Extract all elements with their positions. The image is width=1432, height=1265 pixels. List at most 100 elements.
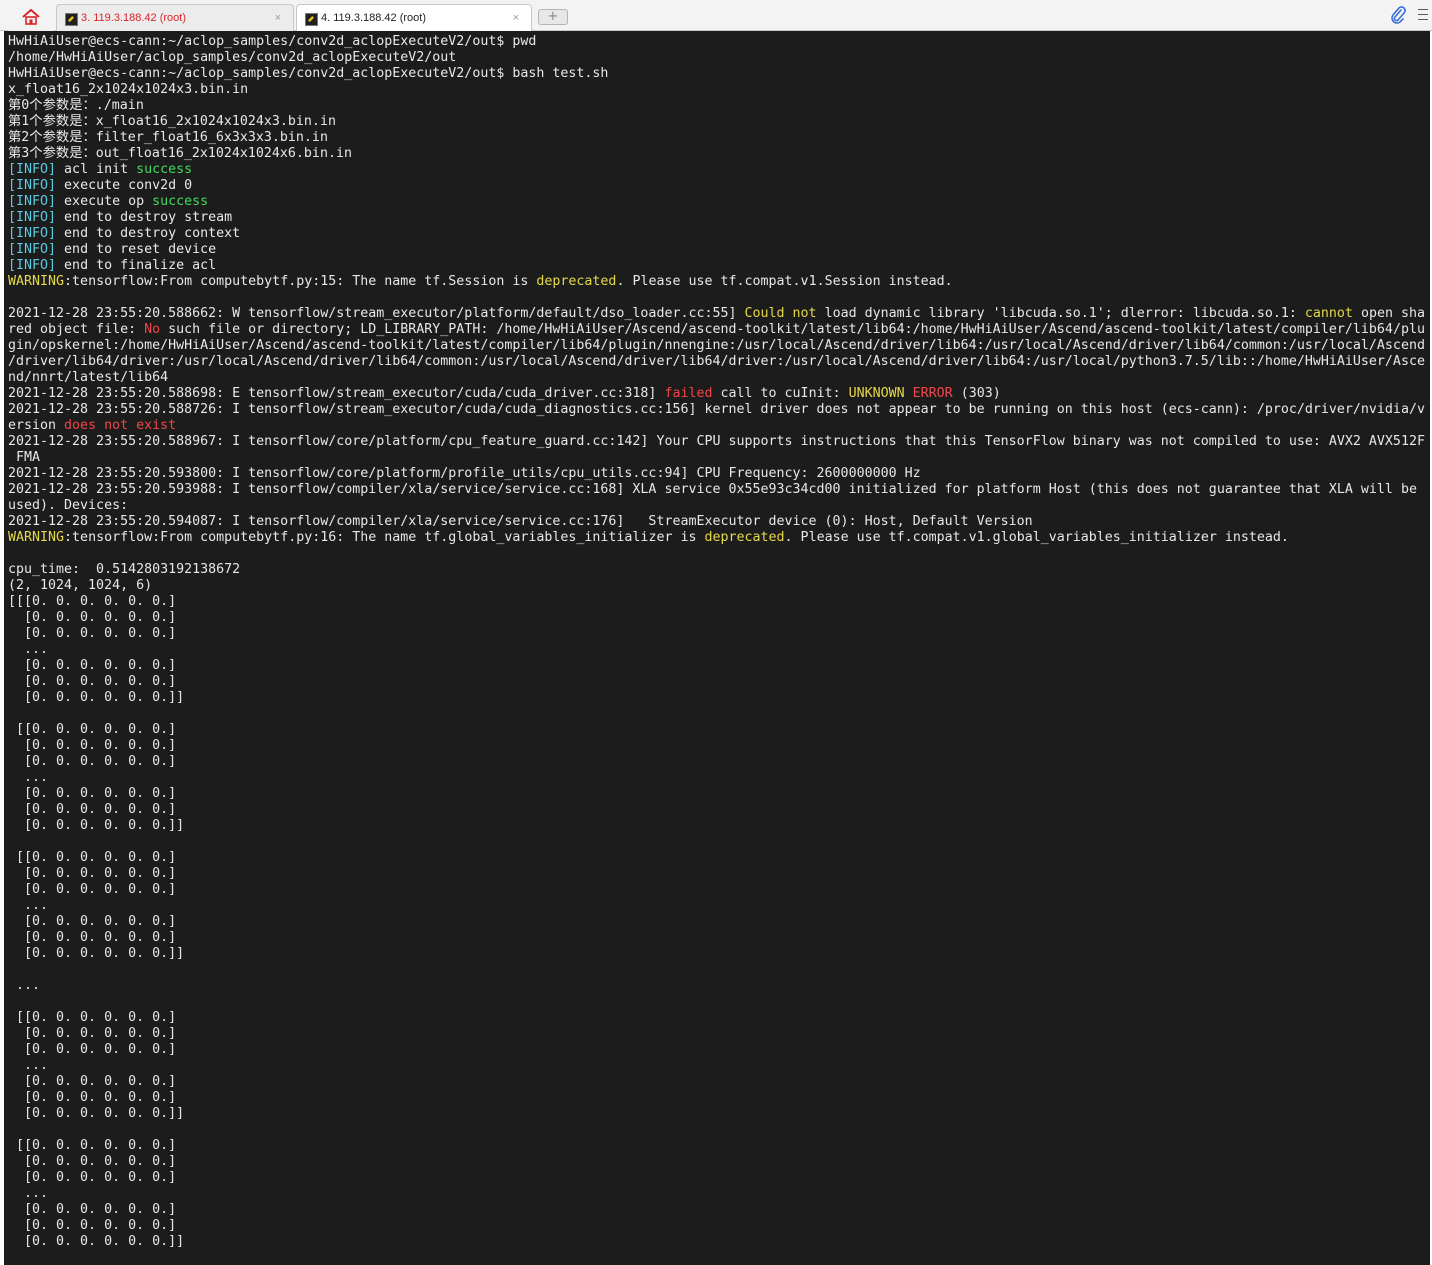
terminal-text: [INFO] [8,258,57,273]
terminal-line: [[[0. 0. 0. 0. 0. 0.] [8,594,1430,610]
terminal-line: ... [8,978,1430,994]
terminal-line: [0. 0. 0. 0. 0. 0.]] [8,690,1430,706]
terminal-text: 第3个参数是：out_float16_2x1024x1024x6.bin.in [8,146,352,161]
terminal-text: open sha [1352,306,1426,321]
terminal-text: [INFO] [8,162,57,177]
terminal-text: WARNING [8,530,65,545]
terminal-text: [INFO] [8,226,57,241]
terminal-window[interactable]: HwHiAiUser@ecs-cann:~/aclop_samples/conv… [4,31,1430,1265]
terminal-text: . Please use tf.compat.v1.global_variabl… [784,530,1289,545]
terminal-text: (2, 1024, 1024, 6) [8,578,153,593]
terminal-text: 第0个参数是：./main [8,98,144,113]
terminal-line: cpu_time: 0.5142803192138672 [8,562,1430,578]
terminal-line: [0. 0. 0. 0. 0. 0.] [8,914,1430,930]
tab-label: 3. 119.3.188.42 (root) [81,12,186,24]
terminal-text: [[0. 0. 0. 0. 0. 0.] [8,1138,177,1153]
terminal-text: [0. 0. 0. 0. 0. 0.] [8,1026,177,1041]
terminal-line: [0. 0. 0. 0. 0. 0.] [8,1202,1430,1218]
terminal-text: /home/HwHiAiUser/aclop_samples/conv2d_ac… [8,50,457,65]
terminal-text: [0. 0. 0. 0. 0. 0.] [8,930,177,945]
terminal-text: FMA [8,450,41,465]
terminal-line: [0. 0. 0. 0. 0. 0.] [8,930,1430,946]
terminal-text: [0. 0. 0. 0. 0. 0.] [8,626,177,641]
terminal-text: used). Devices: [8,498,129,513]
terminal-text: ersion [8,418,65,433]
terminal-text: 2021-12-28 23:55:20.588726: I tensorflow… [8,402,1425,417]
terminal-line: ... [8,1186,1430,1202]
terminal-text: [0. 0. 0. 0. 0. 0.] [8,1202,177,1217]
tab-bar: 3. 119.3.188.42 (root) × 4. 119.3.188.42… [0,0,1432,31]
tab-session-3[interactable]: 3. 119.3.188.42 (root) × [56,4,294,31]
terminal-text: 第1个参数是：x_float16_2x1024x1024x3.bin.in [8,114,336,129]
terminal-text: :tensorflow:From computebytf.py:16: The … [64,530,705,545]
terminal-line: 2021-12-28 23:55:20.594087: I tensorflow… [8,514,1430,530]
new-tab-button[interactable]: + [538,9,568,25]
terminal-line: 第3个参数是：out_float16_2x1024x1024x6.bin.in [8,146,1430,162]
terminal-text: cpu_time: 0.5142803192138672 [8,562,241,577]
terminal-text: [0. 0. 0. 0. 0. 0.]] [8,946,185,961]
terminal-line: [0. 0. 0. 0. 0. 0.] [8,1042,1430,1058]
terminal-line: [INFO] execute conv2d 0 [8,178,1430,194]
terminal-text: ... [8,642,49,657]
terminal-line: [INFO] end to finalize acl [8,258,1430,274]
close-icon[interactable]: × [275,5,281,31]
terminal-text: HwHiAiUser@ecs-cann:~/aclop_samples/conv… [8,34,537,49]
terminal-line: gin/opskernel:/home/HwHiAiUser/Ascend/as… [8,338,1430,354]
terminal-text: ... [8,978,41,993]
terminal-text: deprecated [704,530,785,545]
terminal-line: ... [8,898,1430,914]
close-icon[interactable]: × [513,5,519,31]
terminal-text: 2021-12-28 23:55:20.588967: I tensorflow… [8,434,1425,449]
terminal-text: ... [8,898,49,913]
terminal-text: [0. 0. 0. 0. 0. 0.] [8,786,177,801]
terminal-text: 2021-12-28 23:55:20.594087: I tensorflow… [8,514,1033,529]
terminal-text: success [136,162,193,177]
terminal-line: [[0. 0. 0. 0. 0. 0.] [8,1138,1430,1154]
terminal-text: nd/nnrt/latest/lib64 [8,370,169,385]
terminal-text: end to destroy context [56,226,241,241]
terminal-text: [0. 0. 0. 0. 0. 0.] [8,866,177,881]
terminal-line: 2021-12-28 23:55:20.593988: I tensorflow… [8,482,1430,498]
terminal-text: (303) [952,386,1001,401]
terminal-line: ersion does not exist [8,418,1430,434]
terminal-line: [INFO] end to destroy stream [8,210,1430,226]
terminal-line: [0. 0. 0. 0. 0. 0.]] [8,818,1430,834]
terminal-text: [0. 0. 0. 0. 0. 0.] [8,754,177,769]
terminal-line: used). Devices: [8,498,1430,514]
terminal-text: gin/opskernel:/home/HwHiAiUser/Ascend/as… [8,338,1425,353]
terminal-text: execute conv2d 0 [56,178,193,193]
terminal-text: [0. 0. 0. 0. 0. 0.] [8,914,177,929]
terminal-line: /driver/lib64/driver:/usr/local/Ascend/d… [8,354,1430,370]
terminal-text: [INFO] [8,194,57,209]
terminal-text: [0. 0. 0. 0. 0. 0.] [8,1154,177,1169]
tab-session-4[interactable]: 4. 119.3.188.42 (root) × [296,4,532,31]
terminal-text: 2021-12-28 23:55:20.593988: I tensorflow… [8,482,1417,497]
terminal-line: ... [8,770,1430,786]
terminal-text: WARNING [8,274,65,289]
terminal-text: . Please use tf.compat.v1.Session instea… [616,274,953,289]
paperclip-icon[interactable] [1390,6,1406,24]
terminal-icon [305,13,318,26]
terminal-text: [0. 0. 0. 0. 0. 0.] [8,610,177,625]
terminal-text: ... [8,770,49,785]
terminal-text: red object file: [8,322,145,337]
terminal-line: WARNING:tensorflow:From computebytf.py:1… [8,274,1430,290]
home-tab[interactable] [8,4,54,31]
terminal-text: /driver/lib64/driver:/usr/local/Ascend/d… [8,354,1425,369]
terminal-icon [65,13,78,26]
terminal-text: end to destroy stream [56,210,233,225]
terminal-line: 2021-12-28 23:55:20.588967: I tensorflow… [8,434,1430,450]
terminal-line: [0. 0. 0. 0. 0. 0.] [8,1154,1430,1170]
terminal-text: 2021-12-28 23:55:20.593800: I tensorflow… [8,466,921,481]
terminal-line: [0. 0. 0. 0. 0. 0.] [8,1026,1430,1042]
terminal-text: No [144,322,161,337]
terminal-line: x_float16_2x1024x1024x3.bin.in [8,82,1430,98]
terminal-text: [0. 0. 0. 0. 0. 0.]] [8,1234,185,1249]
terminal-text: such file or directory; LD_LIBRARY_PATH:… [160,322,1425,337]
hamburger-menu-icon[interactable] [1418,9,1428,24]
